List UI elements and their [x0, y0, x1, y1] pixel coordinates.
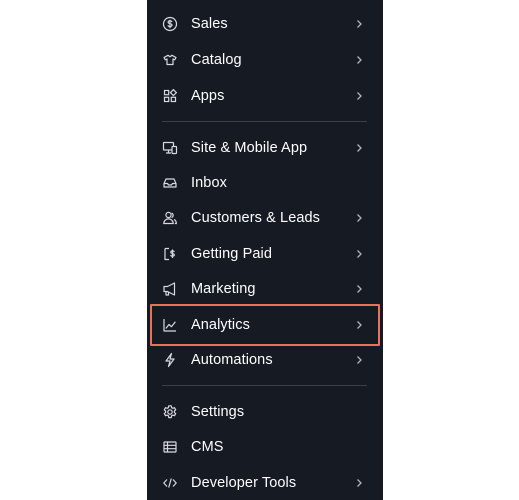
chevron-right-icon [355, 19, 363, 29]
sidebar-item-label: Catalog [191, 52, 242, 68]
sidebar-item-inbox[interactable]: Inbox [147, 166, 383, 200]
chevron-right-icon [355, 91, 363, 101]
dollar-circle-icon [162, 16, 178, 32]
sidebar-item-label: Developer Tools [191, 475, 297, 491]
sidebar-item-label: Sales [191, 16, 228, 32]
sidebar-item-label: Settings [191, 404, 245, 420]
sidebar-item-label: Customers & Leads [191, 210, 321, 226]
sidebar-item-label: CMS [191, 439, 224, 455]
sidebar-item-catalog[interactable]: Catalog [147, 43, 383, 77]
chevron-right-icon [355, 249, 363, 259]
sidebar-item-automations[interactable]: Automations [147, 343, 383, 377]
lightning-icon [162, 352, 178, 368]
sidebar-item-marketing[interactable]: Marketing [147, 272, 383, 306]
sidebar: Sales Catalog Apps Site & Mobile App Inb… [147, 0, 383, 500]
chevron-right-icon [355, 284, 363, 294]
chevron-right-icon [355, 355, 363, 365]
database-icon [162, 439, 178, 455]
sidebar-item-cms[interactable]: CMS [147, 430, 383, 464]
section-divider [162, 385, 367, 386]
chevron-right-icon [355, 213, 363, 223]
megaphone-icon [162, 281, 178, 297]
sidebar-item-label: Apps [191, 88, 225, 104]
getting-paid-icon [162, 246, 178, 262]
sidebar-item-customers-leads[interactable]: Customers & Leads [147, 201, 383, 235]
sidebar-item-site-mobile-app[interactable]: Site & Mobile App [147, 131, 383, 165]
line-chart-icon [162, 317, 178, 333]
apps-icon [162, 88, 178, 104]
chevron-right-icon [355, 55, 363, 65]
chevron-right-icon [355, 143, 363, 153]
sidebar-item-label: Site & Mobile App [191, 140, 308, 156]
sidebar-item-label: Automations [191, 352, 273, 368]
sidebar-item-label: Marketing [191, 281, 256, 297]
inbox-icon [162, 175, 178, 191]
sidebar-item-label: Inbox [191, 175, 227, 191]
sidebar-item-getting-paid[interactable]: Getting Paid [147, 237, 383, 271]
sidebar-item-sales[interactable]: Sales [147, 7, 383, 41]
sidebar-item-apps[interactable]: Apps [147, 79, 383, 113]
gear-icon [162, 404, 178, 420]
sidebar-item-analytics[interactable]: Analytics [147, 308, 383, 342]
sidebar-item-developer-tools[interactable]: Developer Tools [147, 466, 383, 500]
code-icon [162, 475, 178, 491]
devices-icon [162, 140, 178, 156]
customers-icon [162, 210, 178, 226]
chevron-right-icon [355, 320, 363, 330]
sidebar-item-label: Getting Paid [191, 246, 272, 262]
section-divider [162, 121, 367, 122]
sidebar-item-label: Analytics [191, 317, 250, 333]
chevron-right-icon [355, 478, 363, 488]
sidebar-item-settings[interactable]: Settings [147, 395, 383, 429]
catalog-icon [162, 52, 178, 68]
